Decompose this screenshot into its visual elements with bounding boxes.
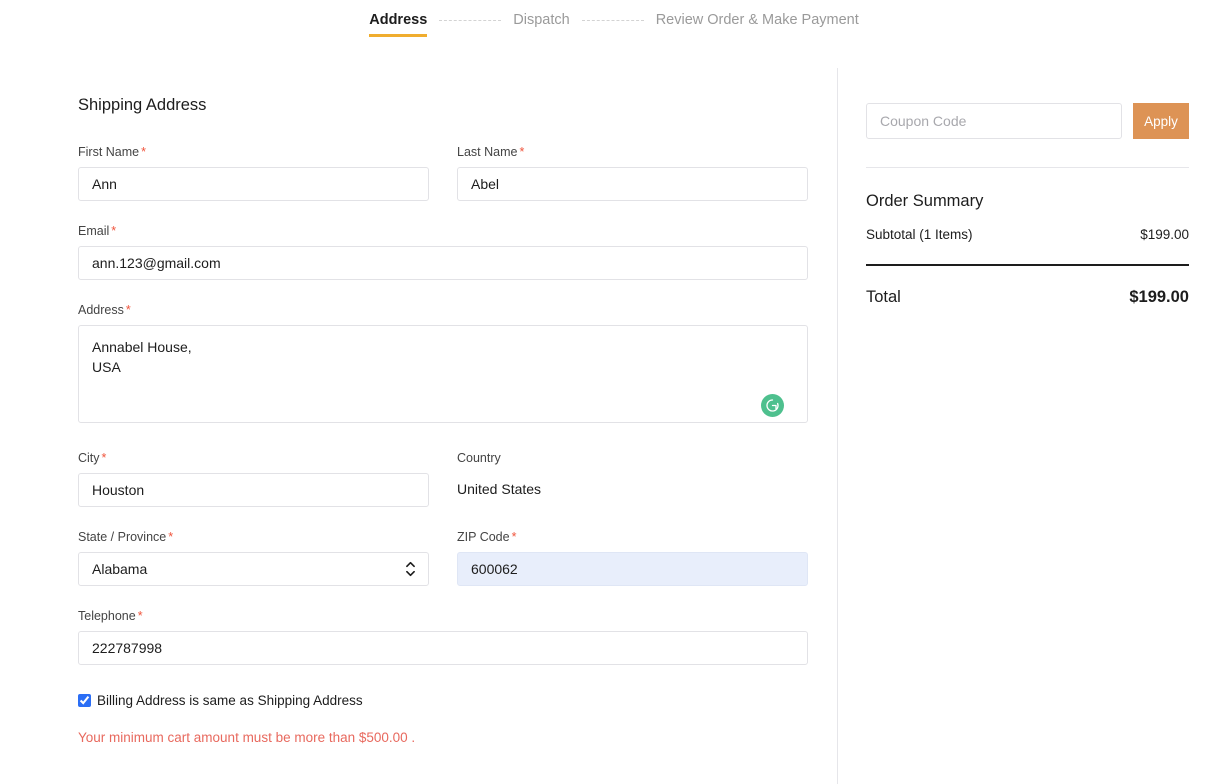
country-field: Country United States [457, 451, 808, 507]
panel-divider [866, 167, 1189, 168]
total-rule [866, 264, 1189, 266]
first-name-input[interactable] [78, 167, 429, 201]
address-label: Address* [78, 303, 808, 317]
email-field: Email* [78, 224, 808, 280]
required-marker: * [512, 530, 517, 544]
required-marker: * [519, 145, 524, 159]
zip-input[interactable] [457, 552, 808, 586]
step-review-order[interactable]: Review Order & Make Payment [656, 11, 859, 37]
email-row: Email* [78, 224, 808, 280]
step-review-order-label: Review Order & Make Payment [656, 12, 859, 28]
address-label-text: Address [78, 303, 124, 317]
step-address-label: Address [369, 12, 427, 28]
state-select-wrap: Alabama [78, 552, 429, 586]
coupon-input[interactable] [866, 103, 1122, 139]
step-connector-1 [439, 20, 501, 38]
last-name-field: Last Name* [457, 145, 808, 201]
telephone-input[interactable] [78, 631, 808, 665]
address-row: Address* Annabel House, USA [78, 303, 808, 428]
address-textarea-wrap: Annabel House, USA [78, 325, 808, 428]
required-marker: * [126, 303, 131, 317]
country-label: Country [457, 451, 808, 465]
minimum-cart-error: Your minimum cart amount must be more th… [78, 730, 808, 745]
telephone-field: Telephone* [78, 609, 808, 665]
country-value: United States [457, 473, 808, 497]
total-label: Total [866, 288, 901, 307]
state-label-text: State / Province [78, 530, 166, 544]
state-zip-row: State / Province* Alabama [78, 530, 808, 586]
state-select[interactable]: Alabama [78, 552, 429, 586]
required-marker: * [111, 224, 116, 238]
shipping-address-form: Shipping Address First Name* Last Name* … [78, 96, 808, 745]
subtotal-label: Subtotal (1 Items) [866, 227, 973, 242]
name-row: First Name* Last Name* [78, 145, 808, 201]
billing-same-row: Billing Address is same as Shipping Addr… [78, 693, 808, 708]
zip-field: ZIP Code* [457, 530, 808, 586]
city-label: City* [78, 451, 429, 465]
first-name-label: First Name* [78, 145, 429, 159]
email-input[interactable] [78, 246, 808, 280]
city-input[interactable] [78, 473, 429, 507]
coupon-row: Apply [866, 103, 1189, 139]
required-marker: * [138, 609, 143, 623]
first-name-field: First Name* [78, 145, 429, 201]
total-row: Total $199.00 [866, 288, 1189, 307]
telephone-row: Telephone* [78, 609, 808, 665]
last-name-input[interactable] [457, 167, 808, 201]
step-dispatch-label: Dispatch [513, 12, 569, 28]
address-field: Address* Annabel House, USA [78, 303, 808, 428]
column-divider [837, 68, 838, 784]
city-label-text: City [78, 451, 100, 465]
total-value: $199.00 [1129, 288, 1189, 307]
city-country-row: City* Country United States [78, 451, 808, 507]
email-label: Email* [78, 224, 808, 238]
required-marker: * [102, 451, 107, 465]
telephone-label-text: Telephone [78, 609, 136, 623]
city-field: City* [78, 451, 429, 507]
checkout-page: Address Dispatch Review Order & Make Pay… [0, 0, 1228, 784]
subtotal-value: $199.00 [1140, 227, 1189, 242]
grammarly-icon[interactable] [761, 394, 784, 417]
order-summary-panel: Apply Order Summary Subtotal (1 Items) $… [866, 103, 1189, 307]
required-marker: * [168, 530, 173, 544]
email-label-text: Email [78, 224, 109, 238]
apply-coupon-button[interactable]: Apply [1133, 103, 1189, 139]
checkout-stepper: Address Dispatch Review Order & Make Pay… [0, 0, 1228, 60]
order-summary-title: Order Summary [866, 192, 1189, 211]
zip-label-text: ZIP Code [457, 530, 510, 544]
subtotal-row: Subtotal (1 Items) $199.00 [866, 227, 1189, 242]
first-name-label-text: First Name [78, 145, 139, 159]
address-textarea[interactable]: Annabel House, USA [78, 325, 808, 423]
billing-same-checkbox[interactable] [78, 694, 91, 707]
telephone-label: Telephone* [78, 609, 808, 623]
required-marker: * [141, 145, 146, 159]
last-name-label-text: Last Name [457, 145, 517, 159]
state-label: State / Province* [78, 530, 429, 544]
last-name-label: Last Name* [457, 145, 808, 159]
page-title: Shipping Address [78, 96, 808, 115]
billing-same-label: Billing Address is same as Shipping Addr… [97, 693, 363, 708]
step-dispatch[interactable]: Dispatch [513, 11, 569, 37]
step-address[interactable]: Address [369, 11, 427, 37]
step-connector-2 [582, 20, 644, 38]
state-field: State / Province* Alabama [78, 530, 429, 586]
zip-label: ZIP Code* [457, 530, 808, 544]
